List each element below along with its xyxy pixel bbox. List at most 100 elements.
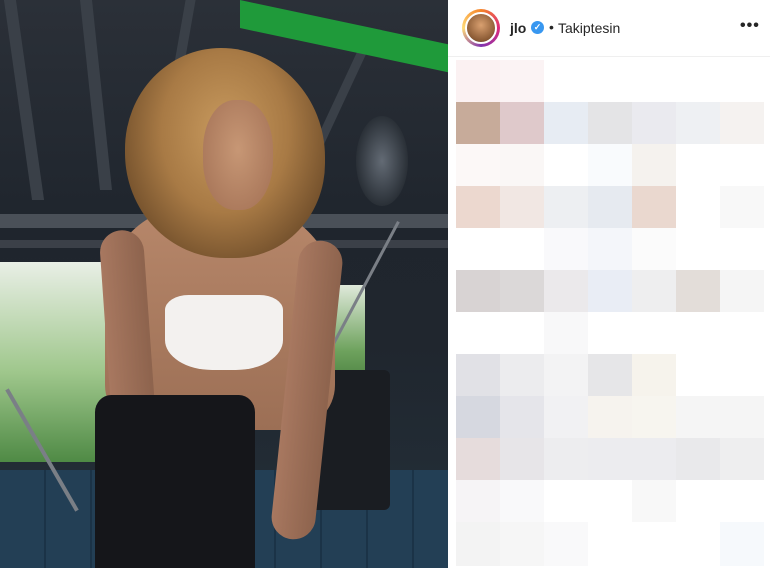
- post-side-panel: jlo ✓ • Takiptesin •••: [448, 0, 770, 568]
- blurred-pixel-block: [588, 312, 632, 356]
- blurred-pixel-block: [676, 396, 720, 440]
- blurred-pixel-block: [632, 60, 676, 104]
- blurred-pixel-block: [588, 438, 632, 482]
- blurred-pixel-block: [456, 228, 500, 272]
- blurred-pixel-block: [720, 480, 764, 524]
- blurred-pixel-block: [500, 354, 544, 398]
- blurred-pixel-block: [544, 354, 588, 398]
- blurred-pixel-block: [676, 480, 720, 524]
- blurred-pixel-block: [456, 396, 500, 440]
- blurred-pixel-block: [456, 60, 500, 104]
- blurred-pixel-block: [676, 522, 720, 566]
- blurred-pixel-block: [544, 438, 588, 482]
- sports-bra: [165, 295, 283, 370]
- blurred-pixel-block: [500, 312, 544, 356]
- blurred-pixel-block: [676, 186, 720, 230]
- blurred-pixel-block: [456, 186, 500, 230]
- blurred-pixel-block: [456, 354, 500, 398]
- blurred-pixel-block: [544, 480, 588, 524]
- blurred-pixel-block: [500, 60, 544, 104]
- blurred-pixel-block: [676, 312, 720, 356]
- blurred-pixel-block: [632, 186, 676, 230]
- ceiling-beam: [3, 0, 45, 200]
- verified-badge-icon: ✓: [531, 21, 544, 34]
- blurred-pixel-block: [632, 312, 676, 356]
- blurred-pixel-block: [588, 102, 632, 146]
- blurred-pixel-block: [456, 102, 500, 146]
- blurred-pixel-block: [676, 438, 720, 482]
- blurred-pixel-block: [588, 270, 632, 314]
- blurred-pixel-block: [588, 396, 632, 440]
- blurred-pixel-block: [500, 522, 544, 566]
- blurred-pixel-block: [500, 144, 544, 188]
- blurred-pixel-block: [544, 396, 588, 440]
- face: [203, 100, 273, 210]
- blurred-pixel-block: [500, 102, 544, 146]
- blurred-pixel-block: [544, 60, 588, 104]
- blurred-pixel-block: [456, 480, 500, 524]
- blurred-pixel-block: [720, 354, 764, 398]
- blurred-pixel-block: [676, 144, 720, 188]
- username-link[interactable]: jlo: [510, 20, 526, 36]
- blurred-pixel-block: [544, 186, 588, 230]
- more-options-icon[interactable]: •••: [740, 17, 760, 35]
- blurred-pixel-block: [676, 228, 720, 272]
- blurred-pixel-block: [632, 354, 676, 398]
- blurred-pixel-block: [720, 522, 764, 566]
- blurred-pixel-block: [588, 228, 632, 272]
- blurred-pixel-block: [720, 186, 764, 230]
- blurred-pixel-block: [720, 396, 764, 440]
- blurred-pixel-block: [544, 270, 588, 314]
- blurred-pixel-block: [588, 186, 632, 230]
- person: [95, 40, 345, 568]
- blurred-pixel-block: [676, 102, 720, 146]
- blurred-pixel-block: [456, 144, 500, 188]
- blurred-pixel-block: [500, 396, 544, 440]
- blurred-pixel-block: [632, 438, 676, 482]
- blurred-pixel-block: [632, 228, 676, 272]
- blurred-pixel-block: [720, 102, 764, 146]
- wall-fan: [356, 116, 408, 206]
- blurred-pixel-block: [588, 354, 632, 398]
- blurred-pixel-block: [544, 228, 588, 272]
- blurred-pixel-block: [500, 228, 544, 272]
- blurred-pixel-block: [456, 312, 500, 356]
- blurred-pixel-block: [720, 438, 764, 482]
- blurred-comments: [456, 60, 766, 566]
- separator-dot: •: [549, 19, 554, 35]
- blurred-pixel-block: [500, 438, 544, 482]
- post-photo[interactable]: [0, 0, 448, 568]
- following-button[interactable]: Takiptesin: [558, 20, 620, 36]
- blurred-pixel-block: [720, 144, 764, 188]
- avatar-story-ring[interactable]: [462, 9, 500, 47]
- blurred-pixel-block: [632, 102, 676, 146]
- blurred-pixel-block: [588, 144, 632, 188]
- blurred-pixel-block: [720, 60, 764, 104]
- blurred-pixel-block: [544, 522, 588, 566]
- blurred-pixel-block: [500, 270, 544, 314]
- blurred-pixel-block: [588, 60, 632, 104]
- blurred-pixel-block: [676, 354, 720, 398]
- blurred-pixel-block: [632, 480, 676, 524]
- avatar[interactable]: [465, 12, 497, 44]
- blurred-pixel-block: [500, 186, 544, 230]
- blurred-pixel-block: [544, 102, 588, 146]
- blurred-pixel-block: [456, 522, 500, 566]
- blurred-pixel-block: [544, 144, 588, 188]
- blurred-pixel-block: [676, 60, 720, 104]
- blurred-pixel-block: [632, 270, 676, 314]
- blurred-pixel-block: [544, 312, 588, 356]
- blurred-pixel-block: [588, 480, 632, 524]
- blurred-pixel-block: [632, 522, 676, 566]
- post-header: jlo ✓ • Takiptesin •••: [448, 0, 770, 57]
- blurred-pixel-block: [632, 144, 676, 188]
- blurred-pixel-block: [588, 522, 632, 566]
- leggings: [95, 395, 255, 568]
- blurred-pixel-block: [632, 396, 676, 440]
- blurred-pixel-block: [676, 270, 720, 314]
- blurred-pixel-block: [456, 438, 500, 482]
- blurred-pixel-block: [456, 270, 500, 314]
- blurred-pixel-block: [500, 480, 544, 524]
- blurred-pixel-block: [720, 312, 764, 356]
- blurred-pixel-block: [720, 228, 764, 272]
